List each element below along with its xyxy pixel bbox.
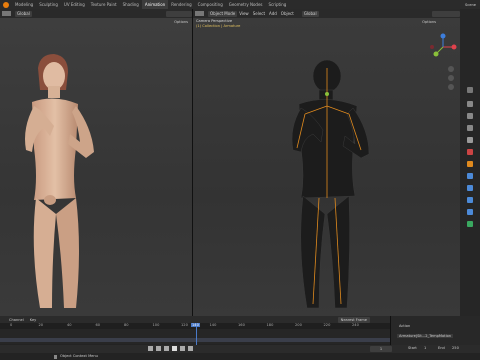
frame-current-field[interactable]: 1 xyxy=(370,346,392,352)
camera-view-icon[interactable] xyxy=(448,84,454,90)
armature-mesh-render xyxy=(291,59,370,309)
transform-orientation-select[interactable]: Global xyxy=(15,10,32,17)
next-key-icon[interactable] xyxy=(180,346,185,351)
ruler-tick: 220 xyxy=(323,323,331,327)
navigation-gizmo[interactable] xyxy=(428,32,458,62)
properties-tab-strip xyxy=(460,9,480,316)
ruler-tick: 200 xyxy=(295,323,302,327)
workspace-bar: Modeling Sculpting UV Editing Texture Paint… xyxy=(0,0,480,9)
scene-label[interactable]: Scene xyxy=(461,3,480,7)
object-icon[interactable] xyxy=(467,161,473,167)
menu-key[interactable]: Key xyxy=(27,318,40,322)
mode-select[interactable]: Object Mode xyxy=(208,10,238,17)
editor-type-icon[interactable] xyxy=(2,11,11,16)
action-header: Action xyxy=(399,324,411,328)
end-label: End xyxy=(438,346,445,350)
menu-view[interactable]: View xyxy=(237,11,251,16)
zoom-icon[interactable] xyxy=(448,66,454,72)
ruler-tick: 20 xyxy=(38,323,44,327)
mouse-icon xyxy=(54,355,57,359)
menu-channel[interactable]: Channel xyxy=(6,318,27,322)
workspace-tab-modeling[interactable]: Modeling xyxy=(12,0,36,9)
timeline-header: Channel Key Nearest Frame xyxy=(0,316,390,323)
start-label: Start xyxy=(408,346,417,350)
playback-bar: 1 Start 1 End 250 xyxy=(0,345,480,353)
ruler-tick: 60 xyxy=(95,323,101,327)
workspace-tab-scripting[interactable]: Scripting xyxy=(266,0,290,9)
workspace-tab-uv-editing[interactable]: UV Editing xyxy=(61,0,88,9)
pan-hand-icon[interactable] xyxy=(448,75,454,81)
workspace-tab-geometry-nodes[interactable]: Geometry Nodes xyxy=(226,0,266,9)
workspace-tab-sculpting[interactable]: Sculpting xyxy=(36,0,61,9)
playhead[interactable]: 140 xyxy=(191,323,200,345)
right-viewport[interactable]: Camera Perspective (1) Collection | Arma… xyxy=(193,18,460,316)
jump-end-icon[interactable] xyxy=(188,346,193,351)
ruler-tick: 120 xyxy=(181,323,188,327)
ruler-tick: 180 xyxy=(266,323,274,327)
world-icon[interactable] xyxy=(467,149,473,155)
render-icon[interactable] xyxy=(467,101,473,107)
play-icon[interactable] xyxy=(172,346,177,351)
end-field[interactable]: 250 xyxy=(452,346,459,350)
ruler-tick: 80 xyxy=(124,323,129,327)
playback-controls xyxy=(148,346,193,351)
interpolation-select[interactable]: Nearest Frame xyxy=(337,316,370,323)
ruler-tick: 100 xyxy=(152,323,160,327)
menu-add[interactable]: Add xyxy=(267,11,279,16)
particles-icon[interactable] xyxy=(467,185,473,191)
ruler-tick: 0 xyxy=(10,323,13,327)
play-reverse-icon[interactable] xyxy=(164,346,169,351)
timeline-tracks[interactable] xyxy=(0,329,390,344)
shading-buttons[interactable] xyxy=(166,10,192,17)
left-viewport[interactable]: Options xyxy=(0,18,192,316)
view-layer-icon[interactable] xyxy=(467,125,473,131)
action-strip[interactable] xyxy=(0,338,390,342)
workspace-tab-shading[interactable]: Shading xyxy=(120,0,142,9)
ruler-tick: 40 xyxy=(67,323,72,327)
female-figure-render xyxy=(25,54,94,308)
ruler-tick: 240 xyxy=(352,323,359,327)
workspace-tab-compositing[interactable]: Compositing xyxy=(195,0,226,9)
editor-type-icon[interactable] xyxy=(195,11,204,16)
workspace-tab-animation[interactable]: Animation xyxy=(141,0,169,9)
blender-logo-icon[interactable] xyxy=(3,1,9,8)
current-frame-label: 140 xyxy=(191,323,200,327)
modifier-icon[interactable] xyxy=(467,173,473,179)
status-text: Object Context Menu xyxy=(60,354,98,358)
action-name-field[interactable]: Armature|Sit...2_TempMotion xyxy=(397,334,454,338)
scene-icon[interactable] xyxy=(467,137,473,143)
jump-start-icon[interactable] xyxy=(148,346,153,351)
workspace-tab-rendering[interactable]: Rendering xyxy=(168,0,194,9)
menu-object[interactable]: Object xyxy=(279,11,296,16)
shading-buttons[interactable] xyxy=(432,10,460,17)
start-field[interactable]: 1 xyxy=(424,346,426,350)
left-viewport-header: Global xyxy=(0,9,192,18)
status-bar: Object Context Menu xyxy=(0,353,480,360)
physics-icon[interactable] xyxy=(467,197,473,203)
right-viewport-header: Object Mode View Select Add Object Globa… xyxy=(193,9,460,18)
tool-icon[interactable] xyxy=(467,87,473,93)
workspace-tabs: Modeling Sculpting UV Editing Texture Paint… xyxy=(12,0,289,9)
output-icon[interactable] xyxy=(467,113,473,119)
workspace-tab-texture-paint[interactable]: Texture Paint xyxy=(88,0,120,9)
prev-key-icon[interactable] xyxy=(156,346,161,351)
transform-orientation-select[interactable]: Global xyxy=(301,10,319,17)
ruler-tick: 140 xyxy=(209,323,217,327)
constraints-icon[interactable] xyxy=(467,209,473,215)
menu-select[interactable]: Select xyxy=(251,11,267,16)
data-icon[interactable] xyxy=(467,221,473,227)
ruler-tick: 160 xyxy=(238,323,245,327)
action-panel: Action Armature|Sit...2_TempMotion xyxy=(390,316,480,345)
